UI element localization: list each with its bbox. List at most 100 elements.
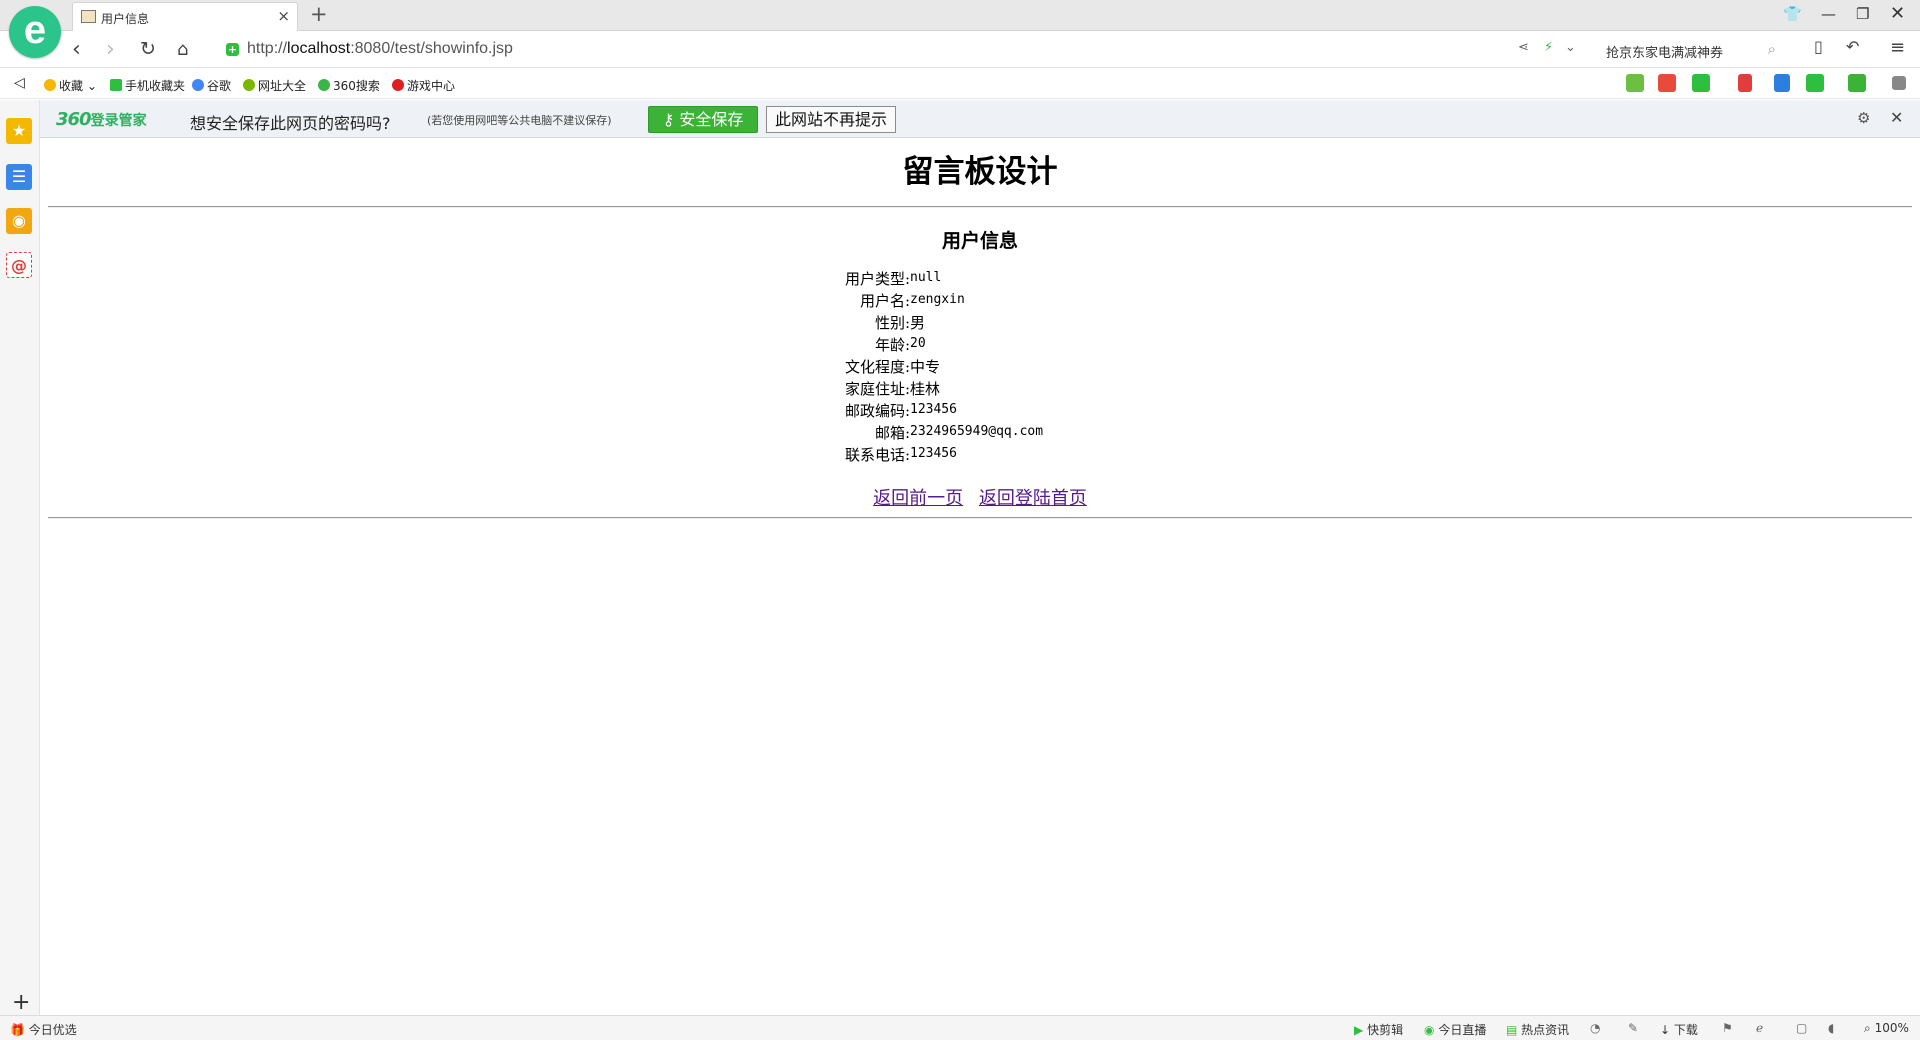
flag-icon[interactable]: ⚑ xyxy=(1722,1021,1733,1035)
password-save-bar: 360登录管家 想安全保存此网页的密码吗? (若您使用网吧等公共电脑不建议保存)… xyxy=(40,100,1920,138)
bookmark-favorites[interactable]: 收藏 ⌄ xyxy=(44,77,97,94)
add-sidebar-item-button[interactable]: + xyxy=(12,990,30,1015)
left-sidebar: ★ ☰ ◉ @ + xyxy=(0,100,40,1015)
close-window-button[interactable]: ✕ xyxy=(1890,3,1905,24)
menu-icon[interactable]: ≡ xyxy=(1890,37,1905,58)
page-title: 留言板设计 xyxy=(902,154,1058,190)
password-save-question: 想安全保存此网页的密码吗? xyxy=(190,114,391,133)
field-postcode: 邮政编码: 123456 xyxy=(844,402,957,420)
app-store-icon[interactable] xyxy=(1658,74,1676,92)
quick-edit-button[interactable]: ▶ 快剪辑 xyxy=(1354,1021,1403,1038)
news-icon: ▤ xyxy=(1506,1023,1518,1037)
bookmark-360-search[interactable]: 360搜索 xyxy=(318,77,380,94)
zoom-level[interactable]: ⌕ 100% xyxy=(1864,1021,1909,1036)
never-prompt-button[interactable]: 此网站不再提示 xyxy=(766,106,896,133)
restore-button[interactable]: ❐ xyxy=(1856,5,1869,23)
back-button[interactable]: ‹ xyxy=(72,37,81,62)
extensions-grid-icon[interactable] xyxy=(1892,76,1906,90)
minimize-button[interactable]: — xyxy=(1821,5,1836,23)
zoom-icon: ⌕ xyxy=(1864,1021,1871,1035)
ie-mode-icon[interactable]: ℯ xyxy=(1756,1021,1763,1035)
phone-icon xyxy=(110,79,122,91)
secure-shield-icon: + xyxy=(226,43,239,56)
bookmark-url-directory[interactable]: 网址大全 xyxy=(243,77,306,94)
tab-close-icon[interactable]: × xyxy=(277,7,290,25)
weibo-icon[interactable]: ◉ xyxy=(6,208,32,234)
bookmark-game-center[interactable]: 游戏中心 xyxy=(392,77,455,94)
hot-news-button[interactable]: ▤ 热点资讯 xyxy=(1506,1021,1569,1038)
reading-list-icon[interactable]: ☰ xyxy=(6,164,32,190)
tab-active[interactable]: 用户信息 × xyxy=(72,2,298,31)
globe-icon xyxy=(243,79,255,91)
field-phone: 联系电话: 123456 xyxy=(844,446,957,464)
speed-mode-icon[interactable]: ⚡ xyxy=(1544,40,1553,55)
search-icon[interactable]: ⌕ xyxy=(1768,40,1776,58)
login-home-link[interactable]: 返回登陆首页 xyxy=(979,488,1087,509)
google-icon xyxy=(192,79,204,91)
screenshot-icon[interactable] xyxy=(1738,74,1752,92)
star-icon xyxy=(44,79,56,91)
live-icon: ◉ xyxy=(1424,1023,1435,1037)
share-icon[interactable]: ⋖ xyxy=(1518,40,1529,55)
field-address: 家庭住址: 桂林 xyxy=(844,380,941,398)
address-bar[interactable]: + http://localhost:8080/test/showinfo.js… xyxy=(222,36,1572,63)
search-box[interactable]: 抢京东家电满减神券 ⌕ xyxy=(1592,36,1782,63)
bookmark-icon[interactable]: ▯ xyxy=(1814,37,1823,56)
section-title: 用户信息 xyxy=(941,230,1018,252)
home-button[interactable]: ⌂ xyxy=(177,39,188,60)
search-placeholder: 抢京东家电满减神券 xyxy=(1606,46,1724,61)
daily-picks[interactable]: 🎁 今日优选 xyxy=(10,1021,77,1038)
360-search-icon xyxy=(318,79,330,91)
tab-bar: 用户信息 × + 👕 — ❐ ✕ xyxy=(0,0,1920,31)
page-links: 返回前一页 返回登陆首页 xyxy=(48,484,1912,510)
new-tab-button[interactable]: + xyxy=(310,2,328,26)
favorites-sidebar-icon[interactable]: ★ xyxy=(6,118,32,144)
browser-logo-icon[interactable]: e xyxy=(9,6,61,58)
close-icon[interactable]: ✕ xyxy=(1890,108,1903,127)
bottom-divider xyxy=(48,517,1912,519)
reader-icon[interactable] xyxy=(1626,74,1644,92)
bookmark-mobile[interactable]: 手机收藏夹 xyxy=(110,77,185,94)
find-icon[interactable] xyxy=(1774,74,1790,92)
password-save-note: (若您使用网吧等公共电脑不建议保存) xyxy=(427,114,612,127)
page-favicon-icon xyxy=(81,10,96,23)
back-link[interactable]: 返回前一页 xyxy=(873,488,963,509)
dropdown-icon[interactable]: ⌄ xyxy=(1565,40,1576,55)
window-icon[interactable]: ▢ xyxy=(1796,1021,1807,1035)
download-icon: ↓ xyxy=(1660,1023,1671,1037)
field-age: 年龄: 20 xyxy=(874,336,926,354)
page-content: 留言板设计 用户信息 用户类型: null 用户名: zengxin 性别: 男… xyxy=(48,138,1912,1014)
login-manager-logo: 360登录管家 xyxy=(56,109,147,130)
reload-button[interactable]: ↻ xyxy=(140,38,156,60)
download-button[interactable]: ↓ 下载 xyxy=(1660,1021,1698,1038)
url-text[interactable]: http://localhost:8080/test/showinfo.jsp xyxy=(247,40,513,58)
field-username: 用户名: zengxin xyxy=(859,292,965,310)
top-divider xyxy=(48,206,1912,208)
key-icon: ⚷ xyxy=(662,110,675,129)
bookmark-google[interactable]: 谷歌 xyxy=(192,77,231,94)
navigation-bar: ‹ › ↻ ⌂ + http://localhost:8080/test/sho… xyxy=(0,31,1920,68)
safe-save-button[interactable]: ⚷ 安全保存 xyxy=(648,106,758,133)
bookmarks-bar: ◁ 收藏 ⌄ 手机收藏夹 谷歌 网址大全 360搜索 游戏中心 xyxy=(0,69,1920,99)
field-gender: 性别: 男 xyxy=(874,314,926,332)
translate-icon[interactable] xyxy=(1692,74,1710,92)
gear-icon[interactable]: ⚙ xyxy=(1857,109,1870,127)
status-bar: 🎁 今日优选 ▶ 快剪辑 ◉ 今日直播 ▤ 热点资讯 ◔ ✎ ↓ 下载 ⚑ ℯ … xyxy=(0,1015,1920,1040)
mail-icon[interactable]: @ xyxy=(6,252,32,278)
sidebar-toggle-icon[interactable]: ◁ xyxy=(14,75,25,91)
live-today-button[interactable]: ◉ 今日直播 xyxy=(1424,1021,1486,1038)
skin-icon[interactable]: 👕 xyxy=(1783,5,1802,23)
sound-icon[interactable]: ◖ xyxy=(1828,1021,1834,1035)
game-icon[interactable] xyxy=(1806,74,1824,92)
video-edit-icon: ▶ xyxy=(1354,1023,1364,1037)
field-education: 文化程度: 中专 xyxy=(844,358,941,376)
pin-icon[interactable]: ✎ xyxy=(1628,1021,1638,1035)
undo-icon[interactable]: ↶ xyxy=(1846,37,1859,56)
field-email: 邮箱: 2324965949@qq.com xyxy=(874,424,1044,442)
security-shield-icon[interactable] xyxy=(1848,74,1866,92)
gift-icon: 🎁 xyxy=(10,1023,25,1037)
forward-button[interactable]: › xyxy=(106,37,115,62)
game-center-icon xyxy=(392,79,404,91)
tab-title: 用户信息 xyxy=(101,12,150,26)
accelerate-icon[interactable]: ◔ xyxy=(1590,1021,1600,1035)
